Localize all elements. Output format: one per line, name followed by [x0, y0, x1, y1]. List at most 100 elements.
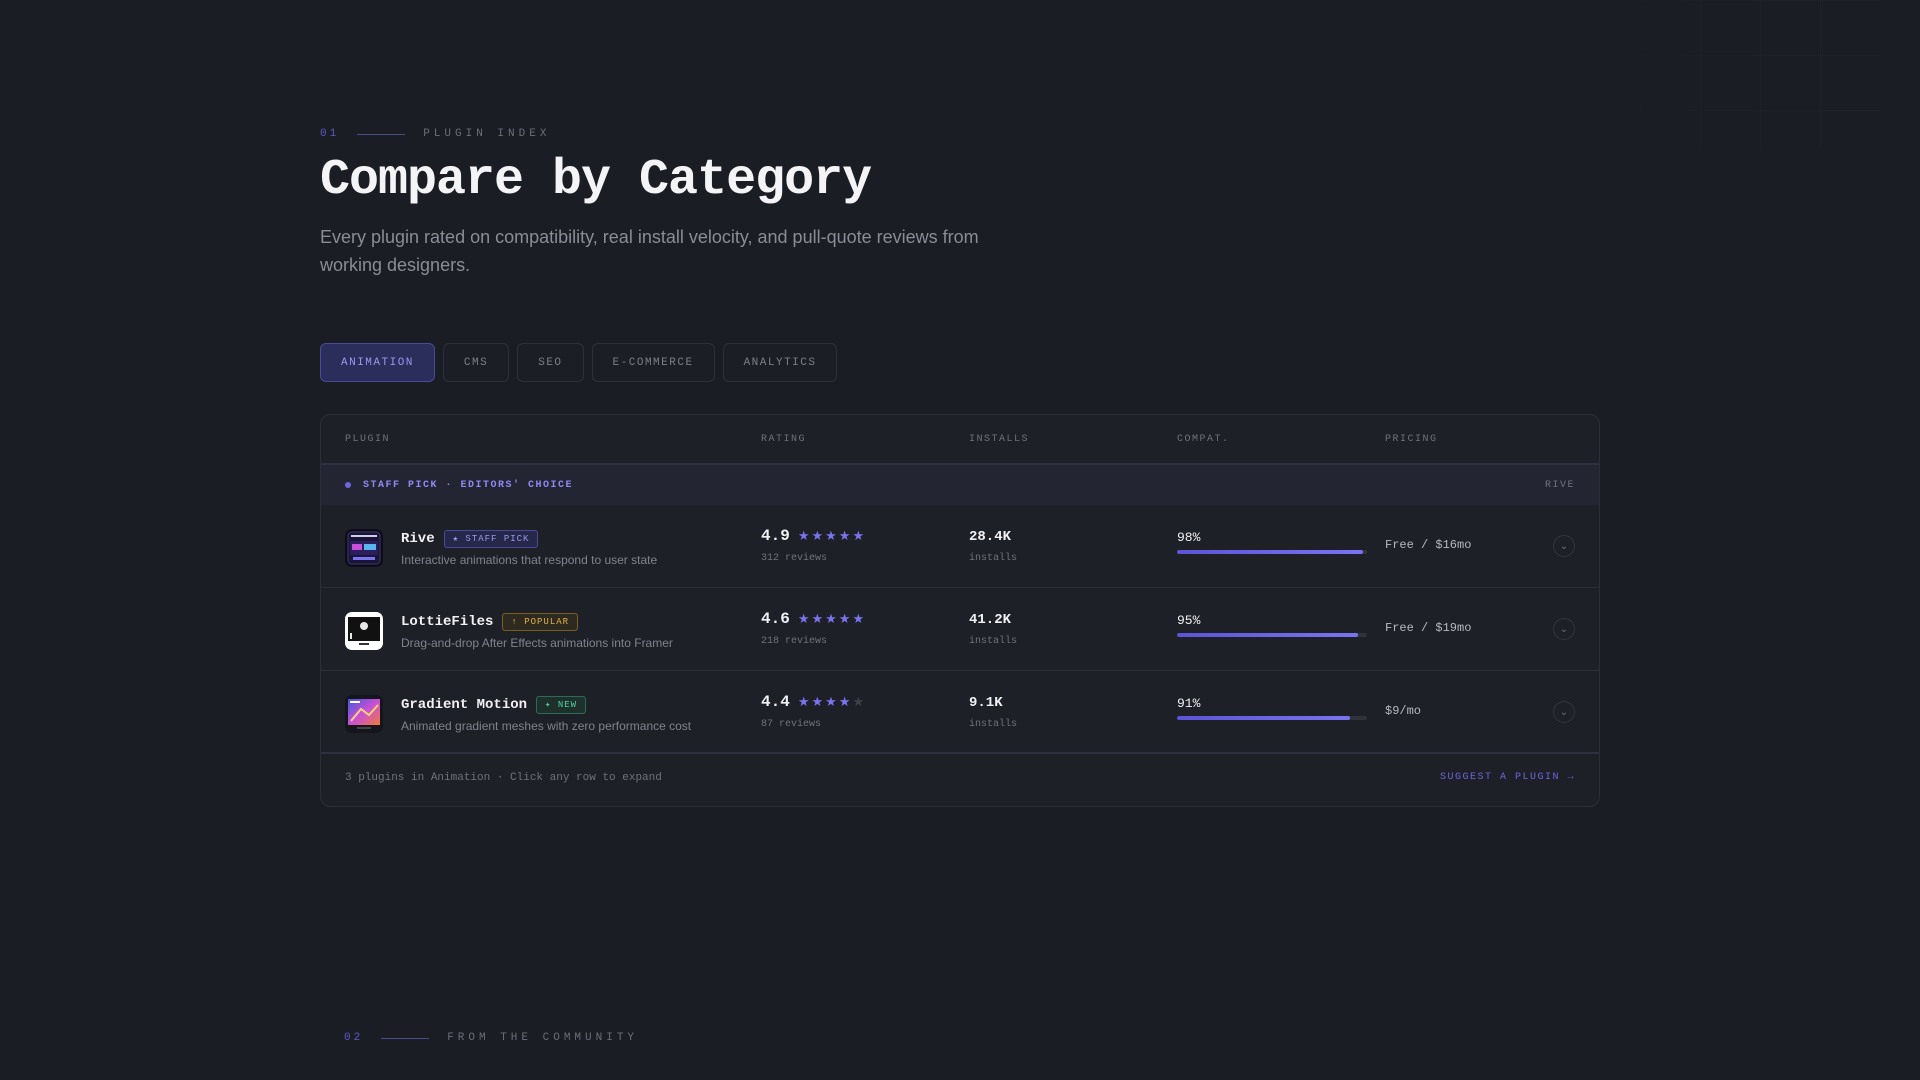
rating-group: 4.6 ★ ★ ★ ★ ★ — [761, 610, 864, 628]
rive-thumbnail — [345, 529, 383, 567]
suggest-plugin-link[interactable]: SUGGEST A PLUGIN → — [1440, 772, 1575, 783]
star-icon: ★ — [825, 528, 837, 543]
plugin-name-group: Gradient Motion ✦ NEW — [401, 696, 587, 714]
section-eyebrow: 01 PLUGIN INDEX — [320, 128, 550, 140]
tab-analytics[interactable]: ANALYTICS — [722, 343, 838, 382]
tab-e-commerce[interactable]: E-COMMERCE — [591, 343, 715, 382]
pricing-value: Free / $19mo — [1385, 621, 1472, 635]
table-footer: 3 plugins in Animation · Click any row t… — [321, 754, 1599, 804]
review-count: 87 reviews — [761, 719, 822, 730]
table-row[interactable]: Rive ★ STAFF PICK Interactive animations… — [321, 505, 1599, 588]
star-icon: ★ — [811, 694, 824, 709]
compat-value: 95% — [1177, 613, 1201, 628]
section-label: FROM THE COMMUNITY — [447, 1032, 639, 1044]
rating-value: 4.9 — [761, 527, 790, 545]
plugin-name: Gradient Motion — [401, 697, 528, 713]
rating-group: 4.4 ★ ★ ★ ★ ★ — [761, 693, 864, 711]
section-number: 02 — [344, 1032, 364, 1044]
installs-label: installs — [969, 719, 1018, 730]
star-icon: ★ — [797, 694, 810, 709]
compat-value: 98% — [1177, 530, 1201, 545]
star-icon: ★ — [838, 611, 851, 626]
compat-bar-fill — [1177, 716, 1350, 720]
rating-value: 4.6 — [761, 610, 790, 628]
group-right-label: RIVE — [1544, 479, 1575, 491]
star-icon: ★ — [825, 611, 837, 626]
plugin-name-group: LottieFiles ↑ POPULAR — [401, 613, 579, 631]
compat-bar — [1177, 716, 1367, 720]
installs-count: 9.1K — [969, 695, 1003, 711]
compat-bar — [1177, 550, 1367, 554]
rating-group: 4.9 ★ ★ ★ ★ ★ — [761, 527, 864, 545]
expand-row-button[interactable]: ⌄ — [1553, 618, 1575, 640]
section-number: 01 — [320, 128, 340, 140]
header-installs: INSTALLS — [969, 433, 1030, 445]
plugin-description: Interactive animations that respond to u… — [401, 553, 658, 567]
plugin-name: LottieFiles — [401, 614, 494, 630]
star-icon: ★ — [811, 528, 824, 543]
installs-count: 28.4K — [969, 529, 1012, 545]
background-grid-decoration — [1520, 0, 1880, 150]
staff-pick-badge: ★ STAFF PICK — [443, 530, 539, 548]
compat-bar — [1177, 633, 1367, 637]
plugin-comparison-table: PLUGIN RATING INSTALLS COMPAT. PRICING S… — [320, 414, 1600, 807]
pricing-value: Free / $16mo — [1385, 538, 1472, 552]
table-row[interactable]: LottieFiles ↑ POPULAR Drag-and-drop Afte… — [321, 588, 1599, 671]
header-rating: RATING — [761, 433, 807, 445]
section-eyebrow-community: 02 FROM THE COMMUNITY — [344, 1032, 638, 1044]
star-icon: ★ — [838, 528, 851, 543]
chevron-down-icon: ⌄ — [1559, 623, 1569, 635]
star-icon: ★ — [852, 694, 865, 709]
table-header: PLUGIN RATING INSTALLS COMPAT. PRICING — [321, 415, 1599, 465]
table-row[interactable]: Gradient Motion ✦ NEW Animated gradient … — [321, 671, 1599, 754]
compat-bar-fill — [1177, 550, 1364, 554]
page-title: Compare by Category — [320, 152, 872, 209]
star-icon: ★ — [852, 611, 865, 626]
eyebrow-divider — [381, 1037, 430, 1039]
tab-cms[interactable]: CMS — [442, 343, 510, 382]
header-plugin: PLUGIN — [345, 433, 391, 445]
chevron-down-icon: ⌄ — [1559, 540, 1569, 552]
header-compat: COMPAT. — [1177, 433, 1230, 445]
expand-row-button[interactable]: ⌄ — [1553, 535, 1575, 557]
star-rating: ★ ★ ★ ★ ★ — [798, 694, 864, 710]
installs-label: installs — [969, 553, 1018, 564]
footer-summary: 3 plugins in Animation · Click any row t… — [345, 772, 662, 784]
star-icon: ★ — [852, 528, 865, 543]
group-dot-icon — [345, 482, 351, 488]
category-tabs: ANIMATION CMS SEO E-COMMERCE ANALYTICS — [320, 343, 838, 382]
plugin-name-group: Rive ★ STAFF PICK — [401, 530, 539, 548]
expand-row-button[interactable]: ⌄ — [1553, 701, 1575, 723]
group-row-staff-pick: STAFF PICK · EDITORS' CHOICE RIVE — [321, 465, 1599, 505]
popular-badge: ↑ POPULAR — [502, 613, 579, 631]
section-label: PLUGIN INDEX — [423, 128, 551, 140]
header-pricing: PRICING — [1385, 433, 1438, 445]
lottiefiles-thumbnail — [345, 612, 383, 650]
plugin-description: Drag-and-drop After Effects animations i… — [401, 636, 673, 650]
tab-seo[interactable]: SEO — [517, 343, 584, 382]
star-icon: ★ — [797, 528, 810, 543]
new-badge: ✦ NEW — [536, 696, 587, 714]
gradient-motion-thumbnail — [345, 695, 383, 733]
group-label: STAFF PICK · EDITORS' CHOICE — [363, 479, 574, 491]
tab-animation[interactable]: ANIMATION — [320, 343, 435, 382]
eyebrow-divider — [357, 133, 406, 135]
star-icon: ★ — [797, 611, 810, 626]
plugin-name: Rive — [401, 531, 435, 547]
star-rating: ★ ★ ★ ★ ★ — [798, 528, 864, 544]
star-icon: ★ — [838, 694, 851, 709]
star-icon: ★ — [811, 611, 824, 626]
star-icon: ★ — [825, 694, 837, 709]
review-count: 312 reviews — [761, 553, 828, 564]
compat-value: 91% — [1177, 696, 1201, 711]
rating-value: 4.4 — [761, 693, 790, 711]
installs-count: 41.2K — [969, 612, 1012, 628]
chevron-down-icon: ⌄ — [1559, 706, 1569, 718]
page-subtitle: Every plugin rated on compatibility, rea… — [320, 227, 979, 275]
star-rating: ★ ★ ★ ★ ★ — [798, 611, 864, 627]
compat-bar-fill — [1177, 633, 1358, 637]
review-count: 218 reviews — [761, 636, 828, 647]
pricing-value: $9/mo — [1385, 704, 1422, 718]
installs-label: installs — [969, 636, 1018, 647]
plugin-description: Animated gradient meshes with zero perfo… — [401, 719, 692, 733]
